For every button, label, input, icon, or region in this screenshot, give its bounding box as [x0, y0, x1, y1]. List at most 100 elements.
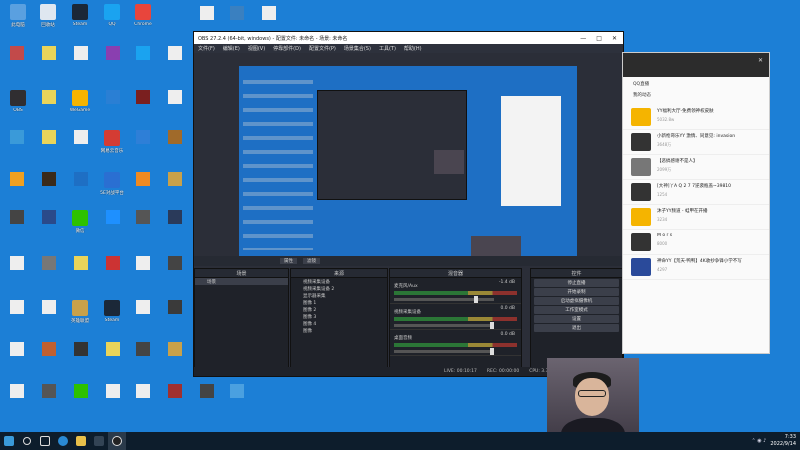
- tray-icons[interactable]: ⌃ ◉ ♪: [751, 438, 766, 444]
- app-icon[interactable]: [42, 210, 56, 224]
- stop-streaming-button[interactable]: 停止直播: [534, 279, 619, 287]
- app-icon[interactable]: [106, 342, 120, 356]
- app-icon[interactable]: [200, 384, 214, 398]
- source-item[interactable]: 图像: [291, 327, 387, 334]
- settings-button[interactable]: 设置: [534, 315, 619, 323]
- menu-help[interactable]: 帮助(H): [404, 45, 422, 52]
- list-item[interactable]: 【恶搞感谢不是人】 2099万: [623, 155, 769, 180]
- app-icon[interactable]: [136, 210, 150, 224]
- app-icon[interactable]: [168, 384, 182, 398]
- menu-view[interactable]: 视图(V): [248, 45, 265, 52]
- file-icon[interactable]: [262, 6, 276, 20]
- virtual-camera-button[interactable]: 启动虚拟摄像机: [534, 297, 619, 305]
- app-icon[interactable]: [74, 342, 88, 356]
- app-icon[interactable]: [42, 342, 56, 356]
- list-item[interactable]: M o r s 8000: [623, 230, 769, 255]
- source-item[interactable]: 图像 1: [291, 299, 387, 306]
- edge-icon[interactable]: [54, 432, 72, 450]
- source-item[interactable]: 图像 4: [291, 320, 387, 327]
- file-icon[interactable]: [136, 256, 150, 270]
- list-item[interactable]: 小新枪哥乐YY 激情、同意见: invasion 3648万: [623, 130, 769, 155]
- steam-icon[interactable]: [90, 432, 108, 450]
- tab-live[interactable]: QQ直播: [633, 81, 759, 87]
- app-icon[interactable]: [106, 90, 120, 104]
- file-explorer-icon[interactable]: [72, 432, 90, 450]
- obs-taskbar-icon[interactable]: [108, 432, 126, 450]
- properties-button[interactable]: 属性: [280, 258, 297, 264]
- app-icon[interactable]: [10, 46, 24, 60]
- volume-slider[interactable]: [394, 322, 494, 329]
- folder-icon[interactable]: [42, 46, 56, 60]
- app-icon[interactable]: [74, 172, 88, 186]
- clock[interactable]: 7:33 2022/9/14: [770, 434, 796, 448]
- app-icon[interactable]: [136, 130, 150, 144]
- source-item[interactable]: 图像 3: [291, 313, 387, 320]
- slider-knob[interactable]: [490, 322, 494, 329]
- file-icon[interactable]: [168, 46, 182, 60]
- studio-mode-button[interactable]: 工作室模式: [534, 306, 619, 314]
- app-icon[interactable]: [10, 130, 24, 144]
- folder-icon[interactable]: [42, 90, 56, 104]
- app-icon[interactable]: [168, 342, 182, 356]
- file-icon[interactable]: [106, 384, 120, 398]
- qq-icon[interactable]: [136, 46, 150, 60]
- menu-edit[interactable]: 编辑(E): [223, 45, 240, 52]
- app-icon[interactable]: [136, 90, 150, 104]
- menu-file[interactable]: 文件(F): [198, 45, 215, 52]
- app-icon[interactable]: [106, 46, 120, 60]
- tab-feed[interactable]: 我的动态: [633, 92, 759, 98]
- file-icon[interactable]: [200, 6, 214, 20]
- task-view-icon[interactable]: [36, 432, 54, 450]
- exit-button[interactable]: 退出: [534, 324, 619, 332]
- app-icon[interactable]: [136, 172, 150, 186]
- menu-tools[interactable]: 工具(T): [379, 45, 396, 52]
- source-item[interactable]: 视频采集设备 2: [291, 285, 387, 292]
- file-icon[interactable]: [136, 300, 150, 314]
- obs-preview[interactable]: [239, 66, 577, 256]
- app-icon[interactable]: [230, 384, 244, 398]
- app-icon[interactable]: [168, 172, 182, 186]
- source-item[interactable]: 视频采集设备: [291, 278, 387, 285]
- app-icon[interactable]: [74, 256, 88, 270]
- list-item[interactable]: 神命YY【荒天·鸭鸭】4K收抄争锋小学不写 4297: [623, 255, 769, 280]
- start-button[interactable]: [0, 432, 18, 450]
- app-icon[interactable]: [74, 384, 88, 398]
- app-icon[interactable]: [168, 300, 182, 314]
- scene-item[interactable]: 场景: [195, 278, 288, 285]
- menu-profile[interactable]: 配置文件(P): [309, 45, 336, 52]
- app-icon[interactable]: [168, 256, 182, 270]
- app-icon[interactable]: [168, 210, 182, 224]
- app-icon[interactable]: [10, 172, 24, 186]
- file-icon[interactable]: [168, 90, 182, 104]
- file-icon[interactable]: [10, 384, 24, 398]
- list-item[interactable]: [大神]丫A Q 2 7 7逆袭瓶盖~39810 1254: [623, 180, 769, 205]
- source-item[interactable]: 图像 2: [291, 306, 387, 313]
- slider-knob[interactable]: [490, 348, 494, 355]
- file-icon[interactable]: [10, 300, 24, 314]
- app-icon[interactable]: [136, 342, 150, 356]
- app-icon[interactable]: [106, 256, 120, 270]
- close-icon[interactable]: ✕: [758, 57, 763, 64]
- file-icon[interactable]: [74, 130, 88, 144]
- folder-icon[interactable]: [42, 130, 56, 144]
- app-icon[interactable]: [42, 256, 56, 270]
- file-icon[interactable]: [10, 256, 24, 270]
- app-icon[interactable]: [10, 210, 24, 224]
- app-icon[interactable]: [168, 130, 182, 144]
- list-item[interactable]: 沐子YY频道 - 蛙甲在开播 3234: [623, 205, 769, 230]
- file-icon[interactable]: [42, 300, 56, 314]
- volume-slider[interactable]: [394, 348, 494, 355]
- slider-knob[interactable]: [474, 296, 478, 303]
- file-icon[interactable]: [136, 384, 150, 398]
- filters-button[interactable]: 滤镜: [303, 258, 320, 264]
- file-icon[interactable]: [10, 342, 24, 356]
- app-icon[interactable]: [230, 6, 244, 20]
- file-icon[interactable]: [74, 46, 88, 60]
- app-icon[interactable]: [42, 384, 56, 398]
- maximize-icon[interactable]: □: [596, 35, 602, 42]
- close-icon[interactable]: ✕: [612, 35, 617, 42]
- menu-docks[interactable]: 停靠部件(D): [273, 45, 301, 52]
- list-item[interactable]: YY福利大厅-免费领神权皮肤 5032.8w: [623, 105, 769, 130]
- app-icon[interactable]: [42, 172, 56, 186]
- source-item[interactable]: 显示器采集: [291, 292, 387, 299]
